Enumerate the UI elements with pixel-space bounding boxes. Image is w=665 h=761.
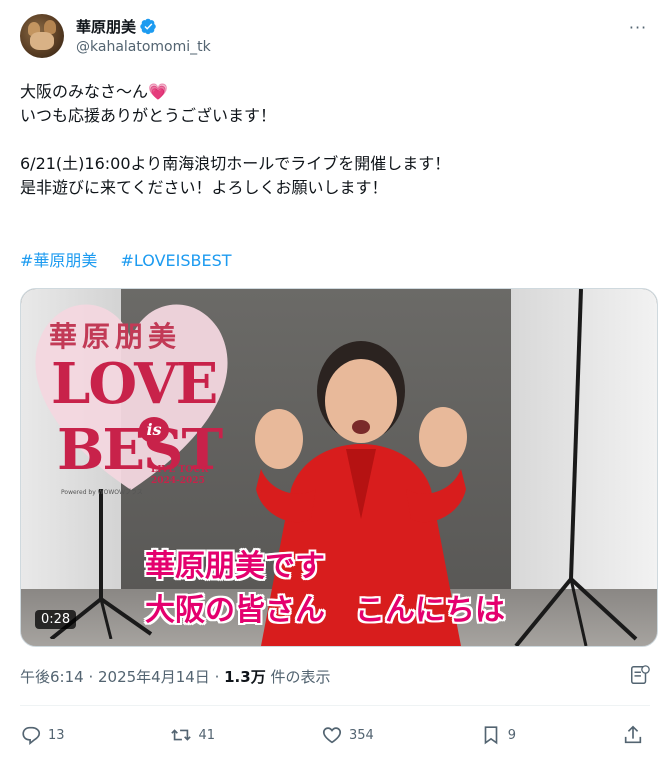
video-caption-line2: 大阪の皆さん こんにちは bbox=[145, 593, 505, 628]
logo-powered: Powered by WOWOWプラス bbox=[61, 489, 143, 496]
views-count: 1.3万 bbox=[224, 668, 266, 686]
post-meta: 午後6:14 · 2025年4月14日 · 1.3万 件の表示 bbox=[20, 668, 331, 686]
heart-icon bbox=[322, 727, 342, 744]
bookmark-count: 9 bbox=[507, 727, 517, 743]
video-duration-badge: 0:28 bbox=[35, 610, 77, 629]
name-row: 華原朋美 bbox=[76, 16, 157, 36]
action-bar: 13 41 354 9 bbox=[20, 720, 650, 750]
logo-love: LOVE bbox=[51, 351, 218, 417]
post-text-line1: 大阪のみなさ～ん bbox=[20, 82, 149, 101]
reply-button[interactable]: 13 bbox=[20, 724, 65, 746]
light-stand-graphic bbox=[514, 289, 638, 646]
post-text: 大阪のみなさ～ん💗 いつも応援ありがとうございます！ 6/21(土)16:00よ… bbox=[20, 80, 650, 200]
reply-count: 13 bbox=[48, 727, 65, 743]
share-icon bbox=[624, 725, 642, 744]
hashtag-link[interactable]: #LOVEISBEST bbox=[121, 251, 232, 270]
logo-title: 華原朋美 bbox=[49, 320, 182, 353]
hashtags: #華原朋美 #LOVEISBEST bbox=[20, 249, 250, 273]
share-button[interactable] bbox=[622, 724, 650, 746]
bookmark-icon bbox=[484, 726, 498, 745]
avatar[interactable] bbox=[20, 14, 64, 58]
video-caption-line1: 華原朋美です bbox=[145, 549, 325, 584]
grok-analytics-icon[interactable] bbox=[629, 664, 651, 686]
hashtag-link[interactable]: #華原朋美 bbox=[20, 251, 97, 270]
bookmark-button[interactable]: 9 bbox=[480, 724, 516, 746]
post-text-rest: いつも応援ありがとうございます！ 6/21(土)16:00より南海浪切ホールでラ… bbox=[20, 106, 451, 197]
logo-tour: LIVE TOUR 2024-2025 bbox=[151, 465, 209, 486]
video-player[interactable]: 華原朋美 LOVE BEST is LIVE TOUR 2024-2025 Po… bbox=[20, 288, 658, 647]
views-label: 件の表示 bbox=[270, 668, 331, 686]
avatar-dog-face bbox=[30, 32, 54, 50]
verified-badge-icon bbox=[140, 18, 156, 34]
repost-button[interactable]: 41 bbox=[170, 724, 215, 746]
post-time[interactable]: 午後6:14 bbox=[20, 668, 84, 686]
divider bbox=[20, 705, 650, 706]
user-handle[interactable]: @kahalatomomi_tk bbox=[76, 39, 211, 55]
display-name[interactable]: 華原朋美 bbox=[76, 16, 136, 37]
logo-is: is bbox=[139, 417, 169, 443]
heart-emoji-icon: 💗 bbox=[148, 82, 168, 101]
more-options-icon[interactable]: ··· bbox=[626, 18, 650, 38]
like-button[interactable]: 354 bbox=[321, 724, 374, 746]
post-date[interactable]: 2025年4月14日 bbox=[98, 668, 210, 686]
reply-icon bbox=[22, 726, 41, 745]
post-header: 華原朋美 @kahalatomomi_tk ··· bbox=[20, 14, 650, 62]
repost-icon bbox=[171, 729, 192, 741]
like-count: 354 bbox=[348, 727, 374, 743]
repost-count: 41 bbox=[198, 727, 216, 743]
